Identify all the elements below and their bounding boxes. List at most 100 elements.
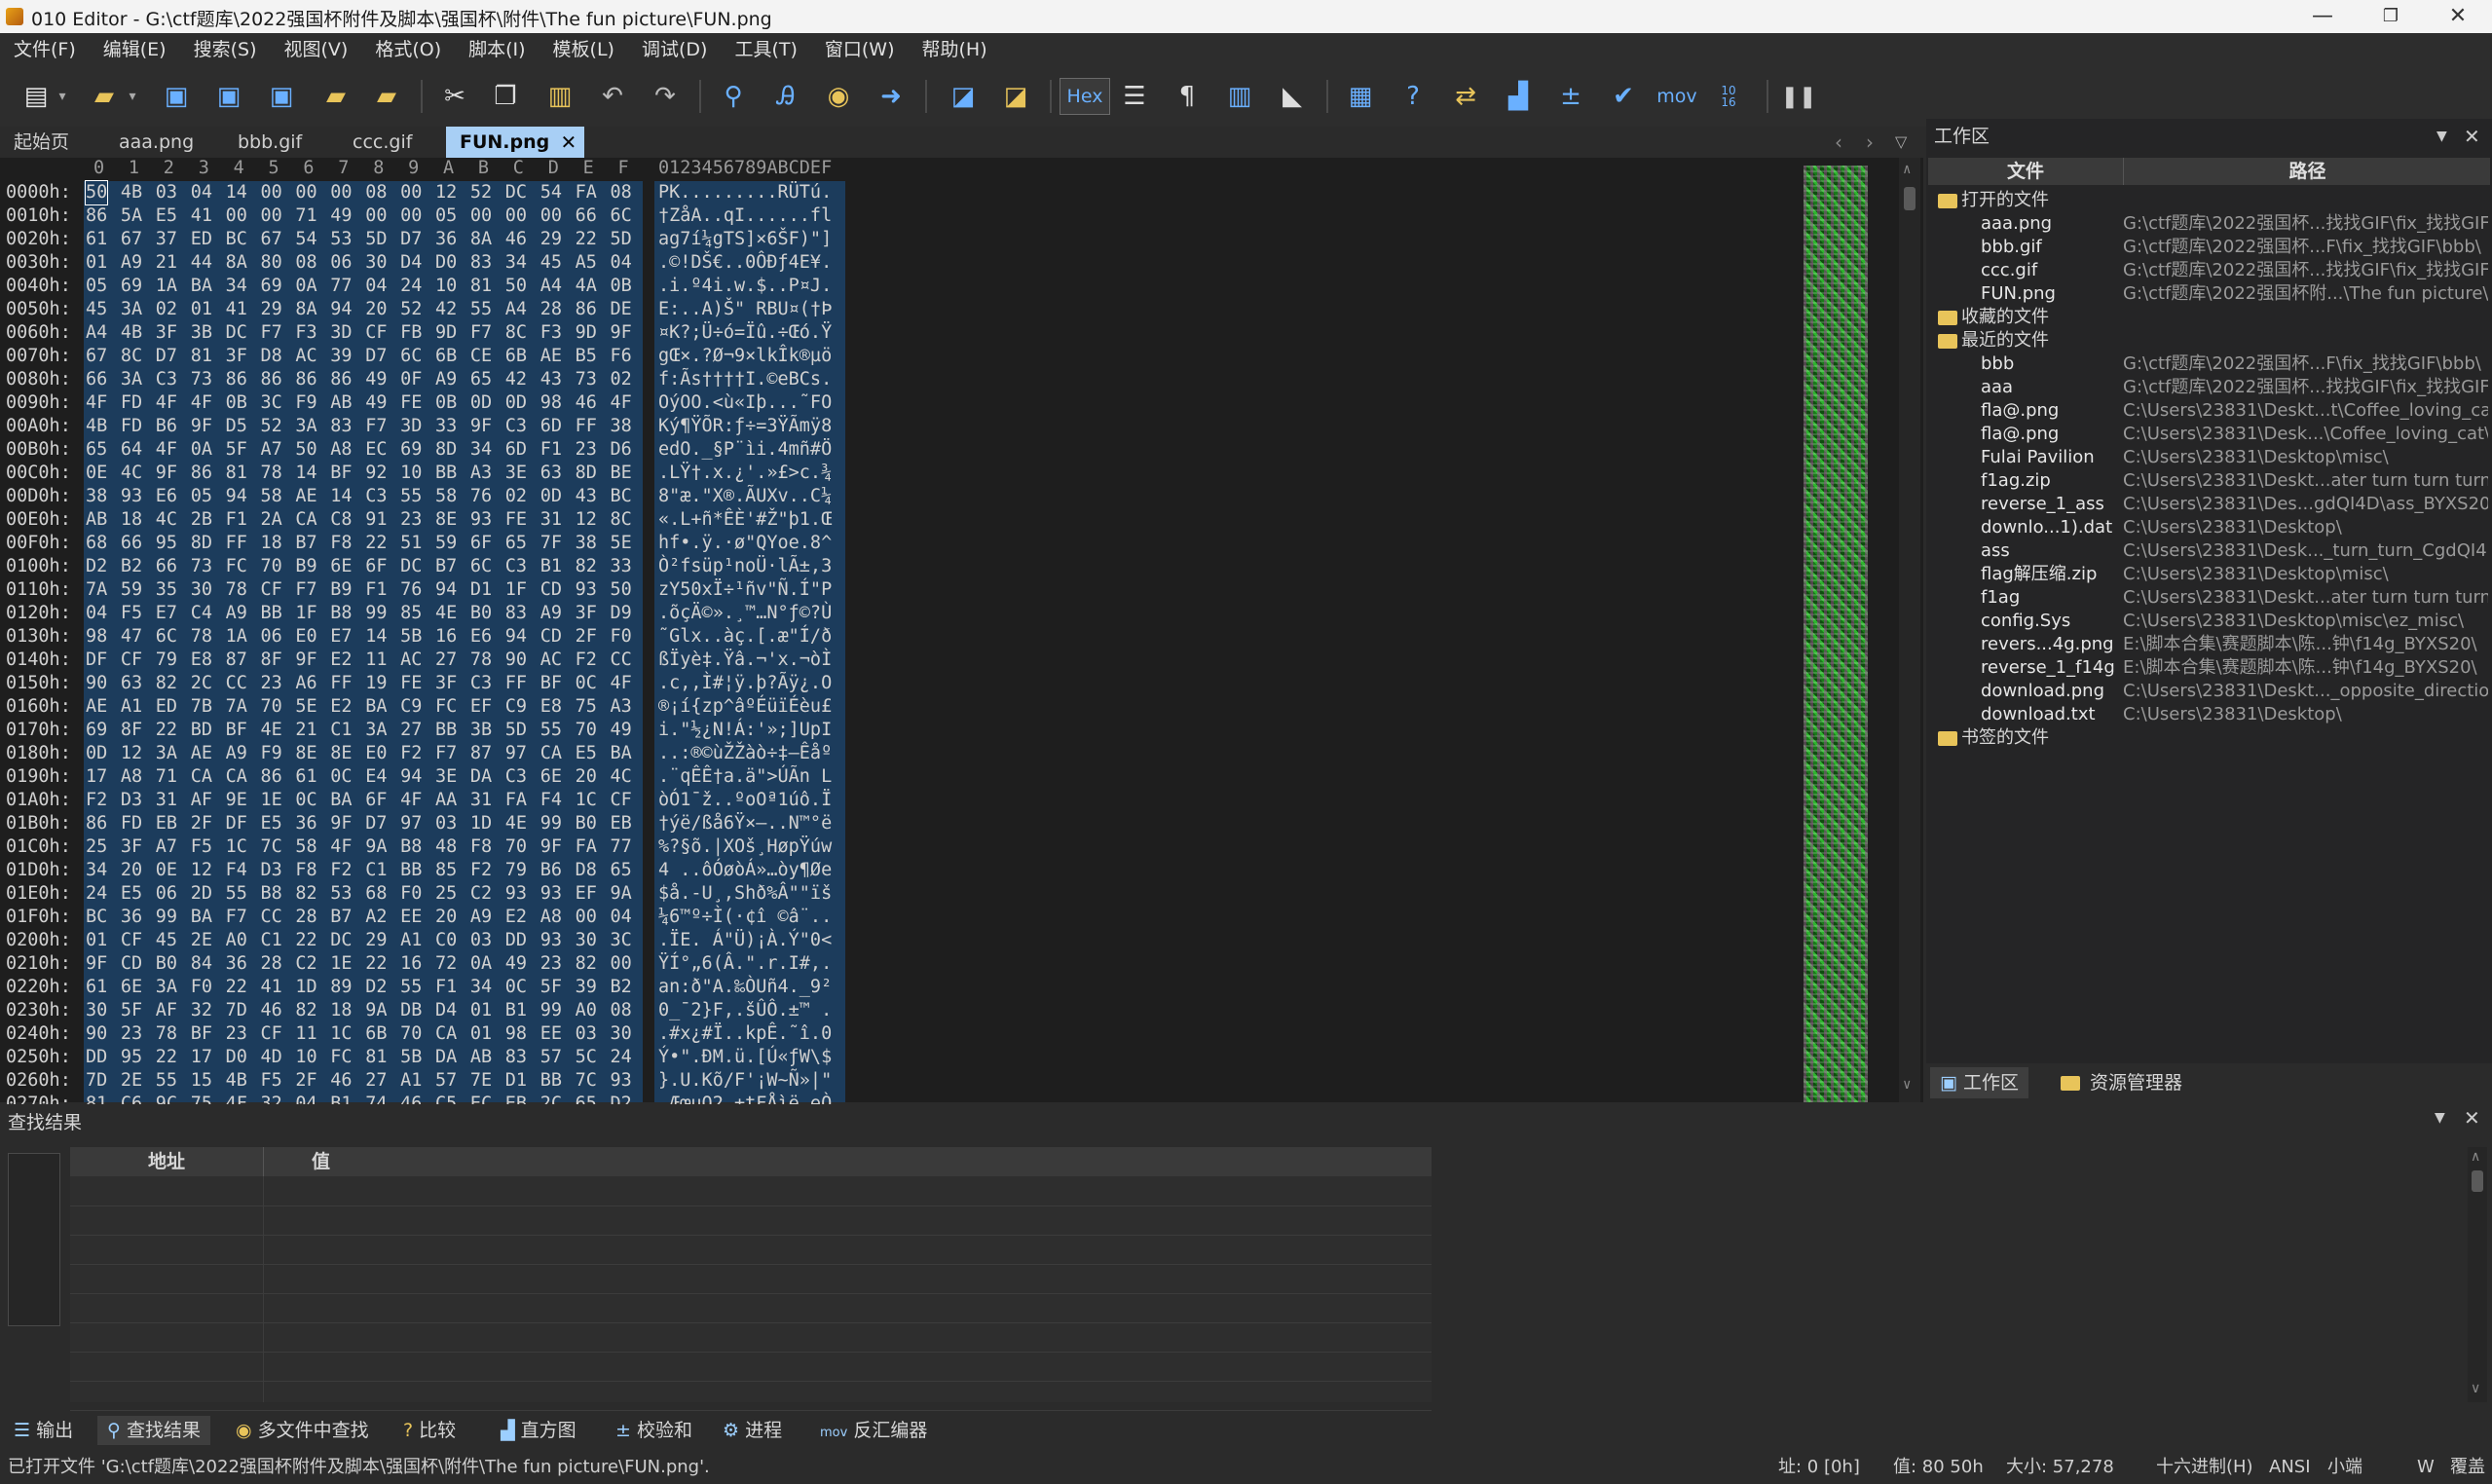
hex-byte[interactable]: D1 xyxy=(470,578,492,602)
hex-byte[interactable]: FF xyxy=(330,672,352,695)
hex-byte[interactable]: C9 xyxy=(505,695,527,719)
hex-byte[interactable]: 4F xyxy=(86,391,107,415)
hex-byte[interactable]: D5 xyxy=(226,415,247,438)
hex-byte[interactable]: 34 xyxy=(470,438,492,462)
status-address[interactable]: 址: 0 [0h] xyxy=(1778,1451,1860,1484)
ascii-text[interactable]: ŸÍ°„6(Â.".r.I#‚. xyxy=(658,952,832,976)
hex-byte[interactable]: E5 xyxy=(261,812,282,835)
hex-byte[interactable]: 02 xyxy=(611,368,632,391)
hex-byte[interactable]: 4B xyxy=(226,1069,247,1093)
hex-byte[interactable]: CD xyxy=(540,625,562,649)
hex-byte[interactable]: 86 xyxy=(261,765,282,789)
hex-byte[interactable]: 8D xyxy=(435,438,457,462)
hex-byte[interactable]: 41 xyxy=(261,976,282,999)
menu-help[interactable]: 帮助(H) xyxy=(909,33,1001,66)
hex-byte[interactable]: BF xyxy=(191,1022,212,1046)
hex-byte[interactable]: 33 xyxy=(435,415,457,438)
hex-byte[interactable]: EB xyxy=(156,812,177,835)
file-list-item[interactable]: aaa G:\ctf题库\2022强国杯...找找GIF\fix_找找GIF\ xyxy=(1926,376,2492,399)
hex-byte[interactable]: 70 xyxy=(261,555,282,578)
hex-byte[interactable]: D7 xyxy=(365,345,387,368)
hex-byte[interactable]: 02 xyxy=(156,298,177,321)
hex-byte[interactable]: 45 xyxy=(86,298,107,321)
disassembler-button[interactable]: mov xyxy=(1654,78,1700,115)
hex-byte[interactable]: F9 xyxy=(261,742,282,765)
hex-byte[interactable]: CC xyxy=(611,649,632,672)
hex-byte[interactable]: 10 xyxy=(295,1046,316,1069)
hex-byte[interactable]: FA xyxy=(576,181,597,204)
hex-byte[interactable]: 85 xyxy=(400,602,422,625)
hex-byte[interactable]: 41 xyxy=(226,298,247,321)
status-width[interactable]: W xyxy=(2417,1451,2435,1484)
hex-byte[interactable]: A7 xyxy=(261,438,282,462)
redo-icon[interactable]: ↷ xyxy=(647,78,684,115)
hex-byte[interactable]: BA xyxy=(330,789,352,812)
hex-byte[interactable]: 00 xyxy=(540,204,562,228)
hex-byte[interactable]: 3F xyxy=(435,672,457,695)
hex-byte[interactable]: 4E xyxy=(505,812,527,835)
hex-byte[interactable]: 17 xyxy=(86,765,107,789)
hex-byte[interactable]: 82 xyxy=(295,882,316,906)
hex-byte[interactable]: 38 xyxy=(611,415,632,438)
hex-byte[interactable]: E7 xyxy=(156,602,177,625)
hex-byte[interactable]: BB xyxy=(435,719,457,742)
hex-byte[interactable]: 9A xyxy=(611,882,632,906)
menu-format[interactable]: 格式(O) xyxy=(361,33,455,66)
hex-byte[interactable]: 7D xyxy=(86,1069,107,1093)
ascii-text[interactable]: ..:®©ùŽŽàò÷‡—Êåº xyxy=(658,742,832,765)
hex-byte[interactable]: 18 xyxy=(330,999,352,1022)
hex-byte[interactable]: 17 xyxy=(191,1046,212,1069)
hex-byte[interactable]: BA xyxy=(611,742,632,765)
column-value[interactable]: 值 xyxy=(312,1147,330,1176)
hex-byte[interactable]: A3 xyxy=(470,462,492,485)
hex-byte[interactable]: 6E xyxy=(330,555,352,578)
hex-byte[interactable]: 36 xyxy=(435,228,457,251)
hex-byte[interactable]: ED xyxy=(156,695,177,719)
hex-byte[interactable]: 9E xyxy=(226,789,247,812)
hex-byte[interactable]: 4F xyxy=(156,438,177,462)
hex-byte[interactable]: 77 xyxy=(611,835,632,859)
menu-tools[interactable]: 工具(T) xyxy=(721,33,810,66)
hex-byte[interactable]: 6C xyxy=(400,345,422,368)
hex-byte[interactable]: 30 xyxy=(576,929,597,952)
chevron-down-icon[interactable]: ▾ xyxy=(121,78,144,115)
hex-byte[interactable]: 48 xyxy=(435,835,457,859)
hex-byte[interactable]: 99 xyxy=(365,602,387,625)
hex-byte[interactable]: 06 xyxy=(156,882,177,906)
hex-byte[interactable]: F1 xyxy=(540,438,562,462)
hex-byte[interactable]: 37 xyxy=(156,228,177,251)
hex-byte[interactable]: 82 xyxy=(156,672,177,695)
hex-byte[interactable]: B5 xyxy=(576,345,597,368)
hex-byte[interactable]: F2 xyxy=(86,789,107,812)
hex-byte[interactable]: 24 xyxy=(611,1046,632,1069)
file-list-item[interactable]: download.png C:\Users\23831\Deskt..._oppo… xyxy=(1926,680,2492,703)
hex-byte[interactable]: 0C xyxy=(330,765,352,789)
hex-byte[interactable]: BB xyxy=(540,1069,562,1093)
hex-byte[interactable]: EE xyxy=(400,906,422,929)
hex-byte[interactable]: FF xyxy=(226,532,247,555)
hex-byte[interactable]: D2 xyxy=(365,976,387,999)
text-mode-icon[interactable]: ☰ xyxy=(1116,78,1153,115)
hex-byte[interactable]: CA xyxy=(191,765,212,789)
chevron-down-icon[interactable]: ▼ xyxy=(2435,1110,2445,1126)
hex-byte[interactable]: 06 xyxy=(261,625,282,649)
tab-find-in-files[interactable]: ◉ 多文件中查找 xyxy=(226,1416,379,1445)
status-endian[interactable]: 小端 xyxy=(2327,1451,2362,1484)
hex-byte[interactable]: 93 xyxy=(540,882,562,906)
maximize-button[interactable]: ❐ xyxy=(2357,0,2425,33)
hex-byte[interactable]: 0F xyxy=(400,368,422,391)
hex-byte[interactable]: 36 xyxy=(226,952,247,976)
hex-byte[interactable]: DE xyxy=(611,298,632,321)
hex-byte[interactable]: 69 xyxy=(121,275,142,298)
hex-byte[interactable]: A3 xyxy=(611,695,632,719)
hex-byte[interactable]: 21 xyxy=(156,251,177,275)
hex-byte[interactable]: D9 xyxy=(611,602,632,625)
compare-icon[interactable]: ⇄ xyxy=(1447,78,1484,115)
hex-byte[interactable]: 83 xyxy=(330,415,352,438)
hex-byte[interactable]: 04 xyxy=(611,906,632,929)
hex-byte[interactable]: 92 xyxy=(365,462,387,485)
menu-view[interactable]: 视图(V) xyxy=(271,33,362,66)
hex-byte[interactable]: 7A xyxy=(226,695,247,719)
hex-byte[interactable]: 45 xyxy=(156,929,177,952)
save-as-icon[interactable]: ▣ xyxy=(210,78,247,115)
